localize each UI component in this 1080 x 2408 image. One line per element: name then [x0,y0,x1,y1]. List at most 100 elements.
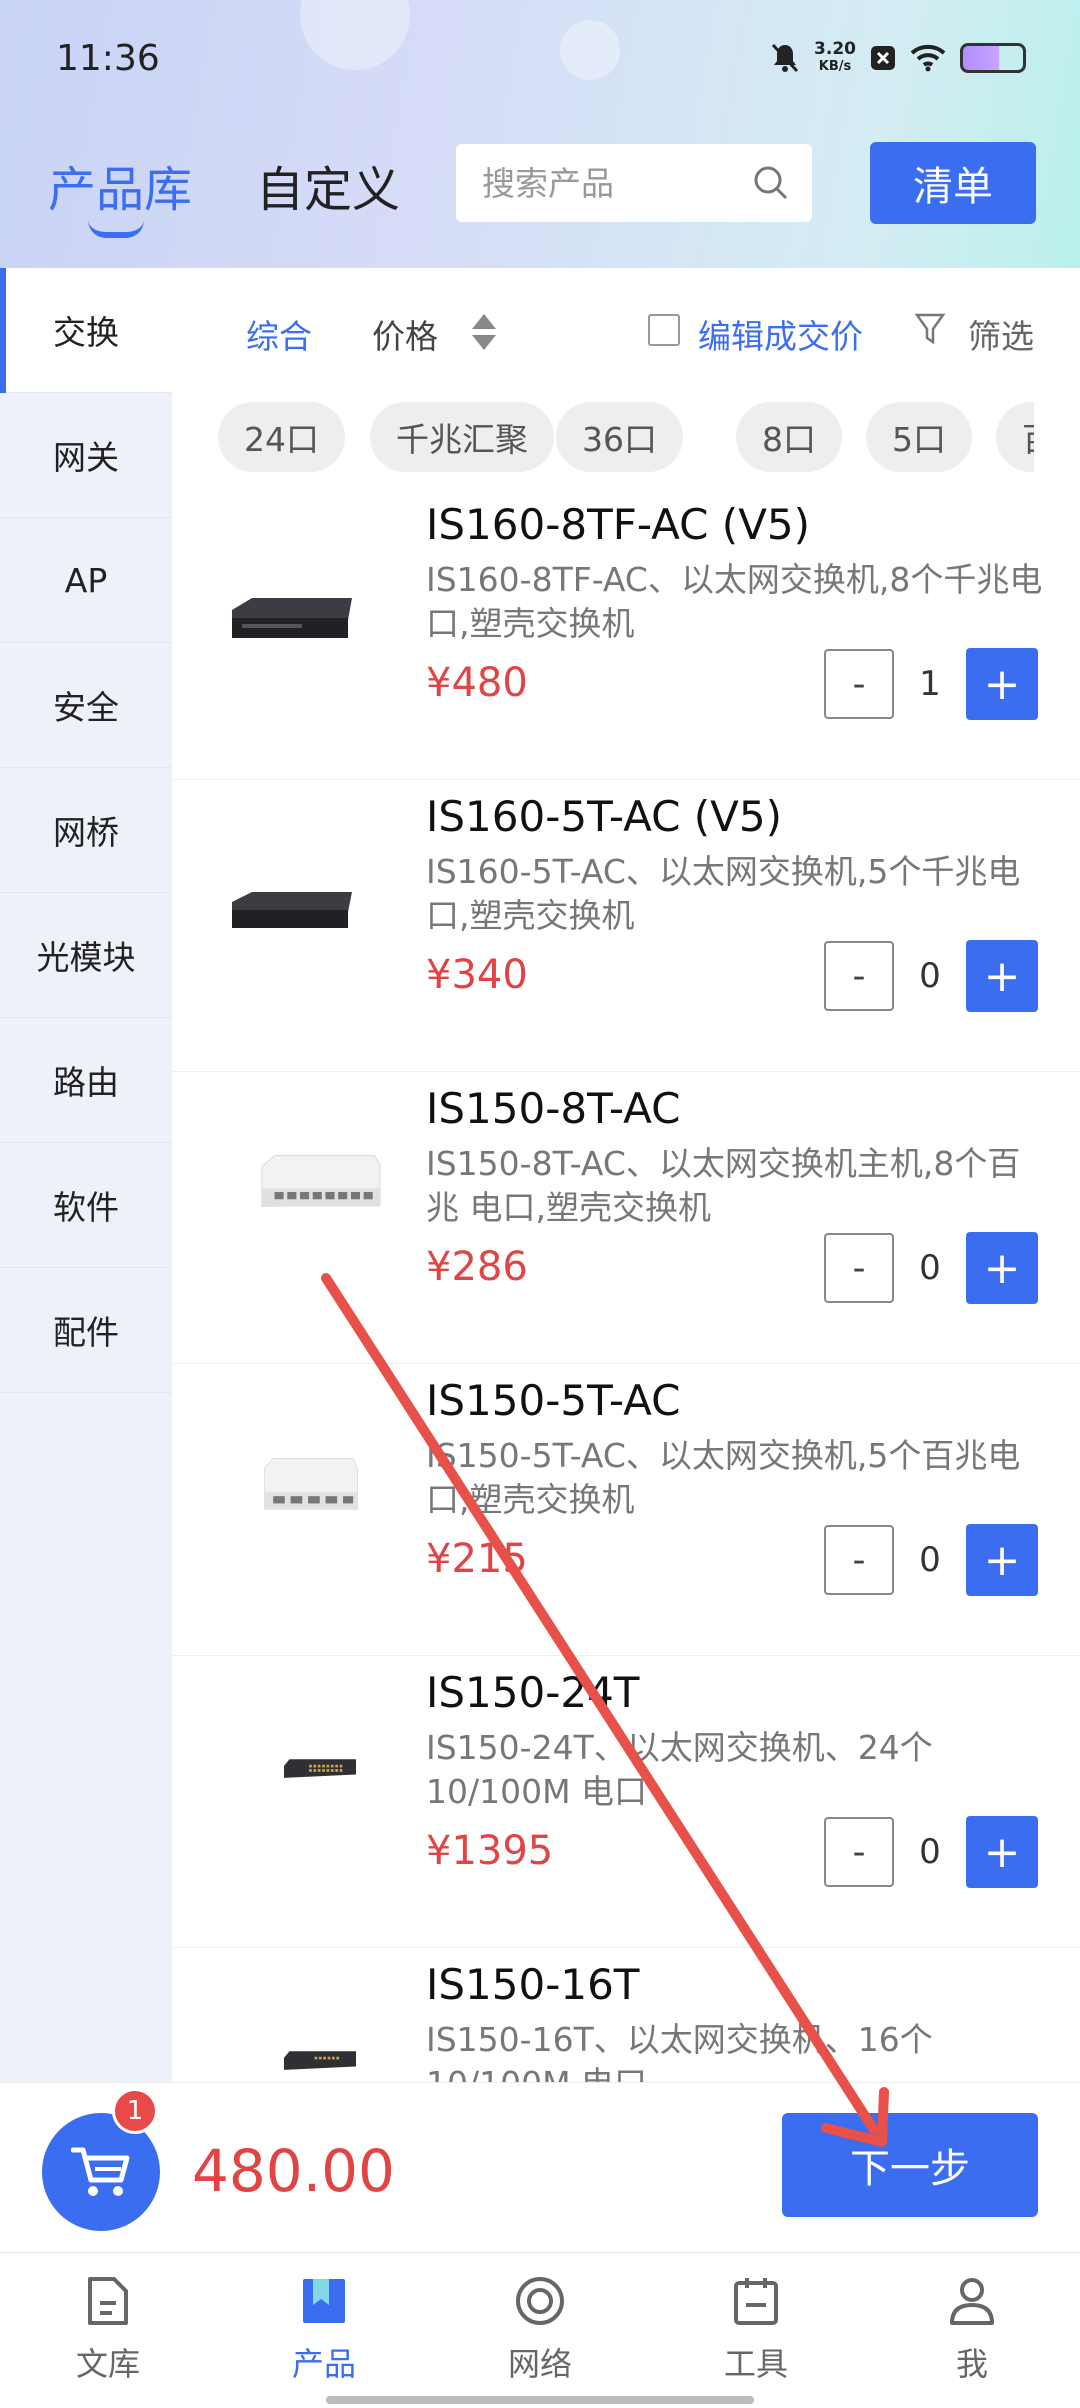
quantity-value: 1 [919,664,941,704]
decrease-button[interactable]: - [824,1817,894,1887]
nav-library[interactable]: 文库 [0,2253,216,2408]
category-ap[interactable]: AP [0,518,172,643]
product-description: IS150-16T、以太网交换机、16个10/100M 电口 [426,2020,933,2082]
switch-product-image [284,2051,356,2070]
cart-count-badge: 1 [112,2088,158,2134]
category-optical-module[interactable]: 光模块 [0,893,172,1018]
nav-network[interactable]: 网络 [432,2253,648,2408]
category-sidebar: 交换 网关 AP 安全 网桥 光模块 路由 软件 配件 [0,268,172,2082]
category-security[interactable]: 安全 [0,643,172,768]
switch-product-image [284,1759,356,1778]
increase-button[interactable]: + [966,940,1038,1012]
quantity-stepper: - 0 + [824,1816,1038,1888]
net-speed-unit: KB/s [818,59,852,74]
nav-label: 产品 [291,2345,356,2383]
product-price: ¥340 [426,952,528,998]
x-app-icon [871,46,895,70]
quantity-stepper: - 0 + [824,1232,1038,1304]
category-router[interactable]: 路由 [0,1018,172,1143]
product-name: IS160-8TF-AC (V5) [426,500,811,549]
chip-5-port[interactable]: 5口 [866,402,972,472]
product-name: IS150-8T-AC [426,1084,681,1133]
product-price: ¥215 [426,1536,528,1582]
shopping-cart-icon [71,2147,130,2196]
category-gateway[interactable]: 网关 [0,393,172,518]
nav-label: 工具 [723,2345,788,2383]
list-button[interactable]: 清单 [870,142,1036,224]
status-icons: 3.20 KB/s [770,40,1026,76]
status-time: 11:36 [56,38,160,79]
search-box[interactable] [456,144,812,222]
sort-arrows-icon[interactable] [470,312,498,352]
document-icon [88,2277,128,2325]
tab-product-library[interactable]: 产品库 [48,150,192,220]
product-description: IS150-24T、以太网交换机、24个10/100M 电口 [426,1728,933,1811]
chip-8-port[interactable]: 8口 [736,402,842,472]
home-indicator[interactable] [326,2396,754,2404]
switch-product-image [232,892,352,928]
quantity-value: 0 [919,1540,941,1580]
category-software[interactable]: 软件 [0,1143,172,1268]
product-item[interactable]: IS150-8T-AC IS150-8T-AC、以太网交换机主机,8个百兆 电口… [172,1072,1080,1364]
product-name: IS150-24T [426,1668,640,1717]
bottom-nav: 文库 产品 网络 工具 我 [0,2252,1080,2408]
chip-36-port[interactable]: 36口 [556,402,683,472]
product-price: ¥480 [426,660,528,706]
edit-deal-price-label[interactable]: 编辑成交价 [698,310,863,358]
decrease-button[interactable]: - [824,1525,894,1595]
quantity-stepper: - 1 + [824,648,1038,720]
product-item[interactable]: IS150-24T IS150-24T、以太网交换机、24个10/100M 电口… [172,1656,1080,1948]
filter-bar: 综合 价格 编辑成交价 筛选 [172,268,1080,394]
quantity-value: 0 [919,1248,941,1288]
product-item[interactable]: IS160-8TF-AC (V5) IS160-8TF-AC、以太网交换机,8个… [172,494,1080,780]
increase-button[interactable]: + [966,1816,1038,1888]
chip-24-port[interactable]: 24口 [218,402,345,472]
product-name: IS150-5T-AC [426,1376,681,1425]
product-item[interactable]: IS150-16T IS150-16T、以太网交换机、16个10/100M 电口 [172,1948,1080,2082]
product-name: IS160-5T-AC (V5) [426,792,783,841]
sort-default[interactable]: 综合 [246,310,312,358]
decrease-button[interactable]: - [824,1233,894,1303]
sort-price[interactable]: 价格 [372,310,438,358]
nav-tools[interactable]: 工具 [648,2253,864,2408]
product-description: IS160-5T-AC、以太网交换机,5个千兆电口,塑壳交换机 [426,852,1021,935]
chip-row: 24口 千兆汇聚 36口 8口 5口 百 [172,394,1034,494]
increase-button[interactable]: + [966,1232,1038,1304]
category-switch[interactable]: 交换 [0,268,172,393]
nav-me[interactable]: 我 [864,2253,1080,2408]
category-accessory[interactable]: 配件 [0,1268,172,1393]
target-icon [516,2277,564,2325]
search-icon[interactable] [752,164,790,202]
increase-button[interactable]: + [966,648,1038,720]
product-list: IS160-8TF-AC (V5) IS160-8TF-AC、以太网交换机,8个… [172,494,1080,2082]
cart-bar: 480.00 下一步 [0,2082,1080,2252]
nav-label: 我 [955,2345,988,2383]
product-description: IS160-8TF-AC、以太网交换机,8个千兆电口,塑壳交换机 [426,560,1043,643]
filter-icon[interactable] [914,312,946,346]
switch-product-image [264,1458,358,1510]
product-description: IS150-5T-AC、以太网交换机,5个百兆电口,塑壳交换机 [426,1436,1021,1519]
quantity-stepper: - 0 + [824,940,1038,1012]
product-item[interactable]: IS160-5T-AC (V5) IS160-5T-AC、以太网交换机,5个千兆… [172,780,1080,1072]
tab-custom[interactable]: 自定义 [256,150,400,220]
decor-bubble [560,20,620,80]
product-name: IS150-16T [426,1960,640,2009]
product-description: IS150-8T-AC、以太网交换机主机,8个百兆 电口,塑壳交换机 [426,1144,1021,1227]
next-step-button[interactable]: 下一步 [782,2113,1038,2217]
category-bridge[interactable]: 网桥 [0,768,172,893]
nav-products[interactable]: 产品 [216,2253,432,2408]
quantity-value: 0 [919,1832,941,1872]
bookmark-icon [303,2279,345,2323]
filter-button[interactable]: 筛选 [968,310,1034,358]
edit-deal-price-checkbox[interactable] [648,314,680,346]
decrease-button[interactable]: - [824,941,894,1011]
product-item[interactable]: IS150-5T-AC IS150-5T-AC、以太网交换机,5个百兆电口,塑壳… [172,1364,1080,1656]
search-input[interactable] [482,163,742,203]
chip-gigabit-aggregation[interactable]: 千兆汇聚 [370,402,554,472]
chip-more[interactable]: 百 [996,402,1034,472]
product-price: ¥1395 [426,1828,554,1874]
decor-bubble [300,0,410,70]
quantity-value: 0 [919,956,941,996]
increase-button[interactable]: + [966,1524,1038,1596]
decrease-button[interactable]: - [824,649,894,719]
